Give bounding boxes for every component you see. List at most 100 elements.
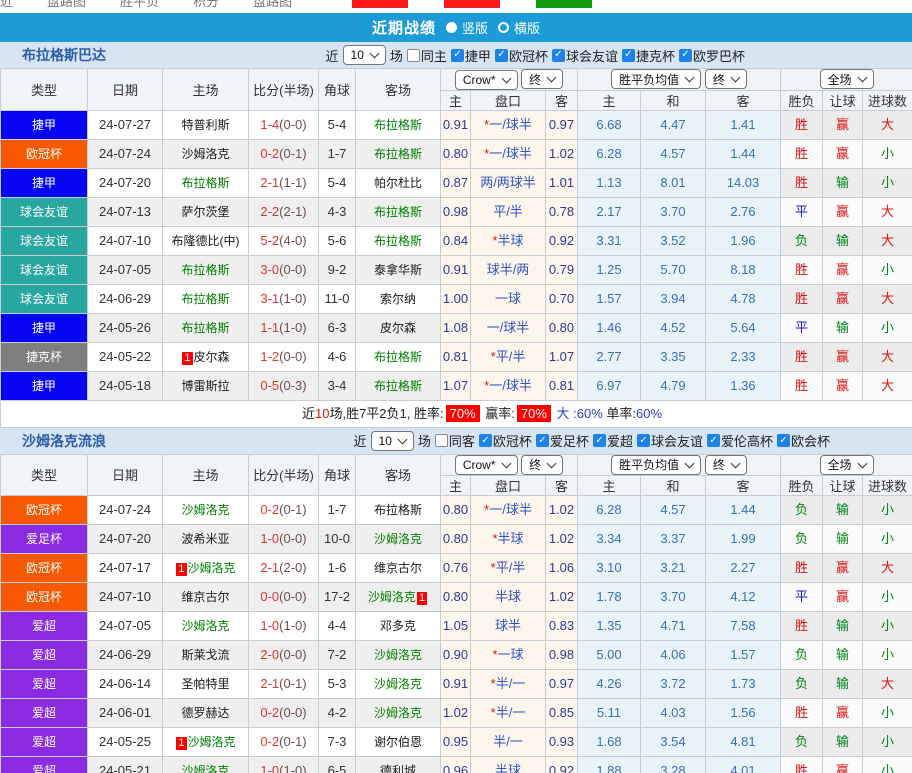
away-team-link[interactable]: 维京古尔 [374, 561, 422, 575]
league-filter-欧冠杯[interactable]: ✓欧冠杯 [479, 431, 532, 450]
home-team-link[interactable]: 布拉格斯 [181, 292, 229, 306]
checkbox-checked[interactable]: ✓ [637, 434, 650, 447]
home-team-link[interactable]: 布隆德比(中) [172, 234, 240, 248]
checkbox-checked[interactable]: ✓ [495, 49, 508, 62]
handicap-value: 平/半 [496, 349, 526, 364]
odds-final-select[interactable]: 终 [521, 455, 563, 475]
home-team-link[interactable]: 1沙姆洛克 [175, 561, 235, 575]
odds-company-select[interactable]: Crow* [455, 70, 518, 90]
away-team-link[interactable]: 沙姆洛克 [374, 706, 422, 720]
avg-away: 4.12 [706, 583, 781, 612]
home-odds: 0.91 [441, 110, 471, 139]
odds-final-select[interactable]: 终 [521, 69, 563, 89]
away-team-link[interactable]: 皮尔森 [380, 321, 416, 335]
home-team-link[interactable]: 博雷斯拉 [181, 379, 229, 393]
home-team-link[interactable]: 德罗赫达 [181, 706, 229, 720]
home-team-link[interactable]: 斯莱戈流 [181, 648, 229, 662]
scope-select[interactable]: 全场 [820, 69, 874, 89]
games-count-select[interactable]: 10 [343, 45, 386, 65]
home-team-link[interactable]: 沙姆洛克 [181, 619, 229, 633]
checkbox-checked[interactable]: ✓ [777, 434, 790, 447]
checkbox-checked[interactable]: ✓ [451, 49, 464, 62]
league-filter-爱足杯[interactable]: ✓爱足杯 [536, 431, 589, 450]
half-time-score: (0-1) [279, 502, 306, 517]
home-team-link[interactable]: 圣帕特里 [181, 677, 229, 691]
same-venue-filter[interactable]: 同客 [435, 431, 475, 450]
league-filter-欧冠杯[interactable]: ✓欧冠杯 [495, 46, 548, 65]
avg-away: 4.01 [706, 757, 781, 773]
checkbox-checked[interactable]: ✓ [707, 434, 720, 447]
match-row: 爱超24-05-21沙姆洛克1-0(1-0)6-5德利城0.96半球0.921.… [1, 757, 912, 773]
league-filter-爱伦高杯[interactable]: ✓爱伦高杯 [707, 431, 773, 450]
league-filter-捷甲[interactable]: ✓捷甲 [451, 46, 491, 65]
match-date: 24-07-05 [88, 255, 163, 284]
away-team-link[interactable]: 布拉格斯 [374, 503, 422, 517]
league-filter-欧会杯[interactable]: ✓欧会杯 [777, 431, 830, 450]
handicap-value: 一/球半 [487, 320, 530, 335]
layout-radio-vertical[interactable]: 竖版 [446, 18, 488, 37]
avg-draw: 3.54 [641, 728, 706, 757]
league-filter-爱超[interactable]: ✓爱超 [593, 431, 633, 450]
away-team-link[interactable]: 布拉格斯 [374, 118, 422, 132]
away-team-link[interactable]: 布拉格斯 [374, 379, 422, 393]
away-team-link[interactable]: 沙姆洛克 [374, 648, 422, 662]
away-team-link[interactable]: 布拉格斯 [374, 350, 422, 364]
home-team-link[interactable]: 沙姆洛克 [181, 147, 229, 161]
home-team-link[interactable]: 布拉格斯 [181, 176, 229, 190]
home-team-link[interactable]: 1皮尔森 [181, 350, 229, 364]
away-team-link[interactable]: 沙姆洛克 [374, 532, 422, 546]
avg-final-select[interactable]: 终 [705, 69, 747, 89]
home-team-link[interactable]: 特普利斯 [181, 118, 229, 132]
checkbox-checked[interactable]: ✓ [552, 49, 565, 62]
away-team-link[interactable]: 布拉格斯 [374, 205, 422, 219]
away-team-link[interactable]: 索尔纳 [380, 292, 416, 306]
away-team-link[interactable]: 德利城 [380, 764, 416, 773]
home-team-link[interactable]: 沙姆洛克 [181, 764, 229, 773]
avg-home: 3.10 [578, 554, 641, 583]
away-odds: 0.83 [546, 612, 578, 641]
league-filter-球会友谊[interactable]: ✓球会友谊 [552, 46, 618, 65]
checkbox-checked[interactable]: ✓ [536, 434, 549, 447]
away-team-link[interactable]: 布拉格斯 [374, 147, 422, 161]
match-date: 24-05-25 [88, 728, 163, 757]
checkbox-unchecked[interactable] [435, 434, 448, 447]
win-draw-loss-avg-select[interactable]: 胜平负均值 [611, 455, 701, 475]
home-team-link[interactable]: 布拉格斯 [181, 263, 229, 277]
away-team-link[interactable]: 沙姆洛克 [374, 677, 422, 691]
league-filter-球会友谊[interactable]: ✓球会友谊 [637, 431, 703, 450]
away-team-link[interactable]: 谢尔伯恩 [374, 735, 422, 749]
away-team-link[interactable]: 布拉格斯 [374, 234, 422, 248]
home-team-link[interactable]: 沙姆洛克 [181, 503, 229, 517]
half-time-score: (2-0) [279, 560, 306, 575]
type-badge: 欧冠杯 [1, 583, 88, 612]
home-team-link[interactable]: 布拉格斯 [181, 321, 229, 335]
home-team-link[interactable]: 波希米亚 [181, 532, 229, 546]
full-time-score: 0-2 [260, 146, 279, 161]
layout-radio-horizontal[interactable]: 横版 [498, 18, 540, 37]
away-team-link[interactable]: 邓多克 [380, 619, 416, 633]
avg-final-select[interactable]: 终 [705, 455, 747, 475]
red-card-badge: 1 [176, 563, 186, 576]
home-team-cell: 布拉格斯 [163, 168, 249, 197]
games-count-select[interactable]: 10 [371, 431, 414, 451]
checkbox-unchecked[interactable] [407, 49, 420, 62]
away-team-link[interactable]: 帕尔杜比 [374, 176, 422, 190]
avg-draw: 4.57 [641, 496, 706, 525]
score-cell: 1-0(1-0) [249, 757, 319, 773]
home-team-link[interactable]: 1沙姆洛克 [175, 735, 235, 749]
checkbox-checked[interactable]: ✓ [622, 49, 635, 62]
same-venue-filter[interactable]: 同主 [407, 46, 447, 65]
league-filter-捷克杯[interactable]: ✓捷克杯 [622, 46, 675, 65]
score-cell: 2-0(0-0) [249, 641, 319, 670]
checkbox-checked[interactable]: ✓ [479, 434, 492, 447]
odds-company-select[interactable]: Crow* [455, 455, 518, 475]
checkbox-checked[interactable]: ✓ [679, 49, 692, 62]
home-team-link[interactable]: 萨尔茨堡 [181, 205, 229, 219]
home-team-link[interactable]: 维京古尔 [181, 590, 229, 604]
away-team-link[interactable]: 泰拿华斯 [374, 263, 422, 277]
scope-select[interactable]: 全场 [820, 455, 874, 475]
checkbox-checked[interactable]: ✓ [593, 434, 606, 447]
win-draw-loss-avg-select[interactable]: 胜平负均值 [611, 69, 701, 89]
league-filter-欧罗巴杯[interactable]: ✓欧罗巴杯 [679, 46, 745, 65]
away-team-link[interactable]: 沙姆洛克1 [368, 590, 428, 604]
